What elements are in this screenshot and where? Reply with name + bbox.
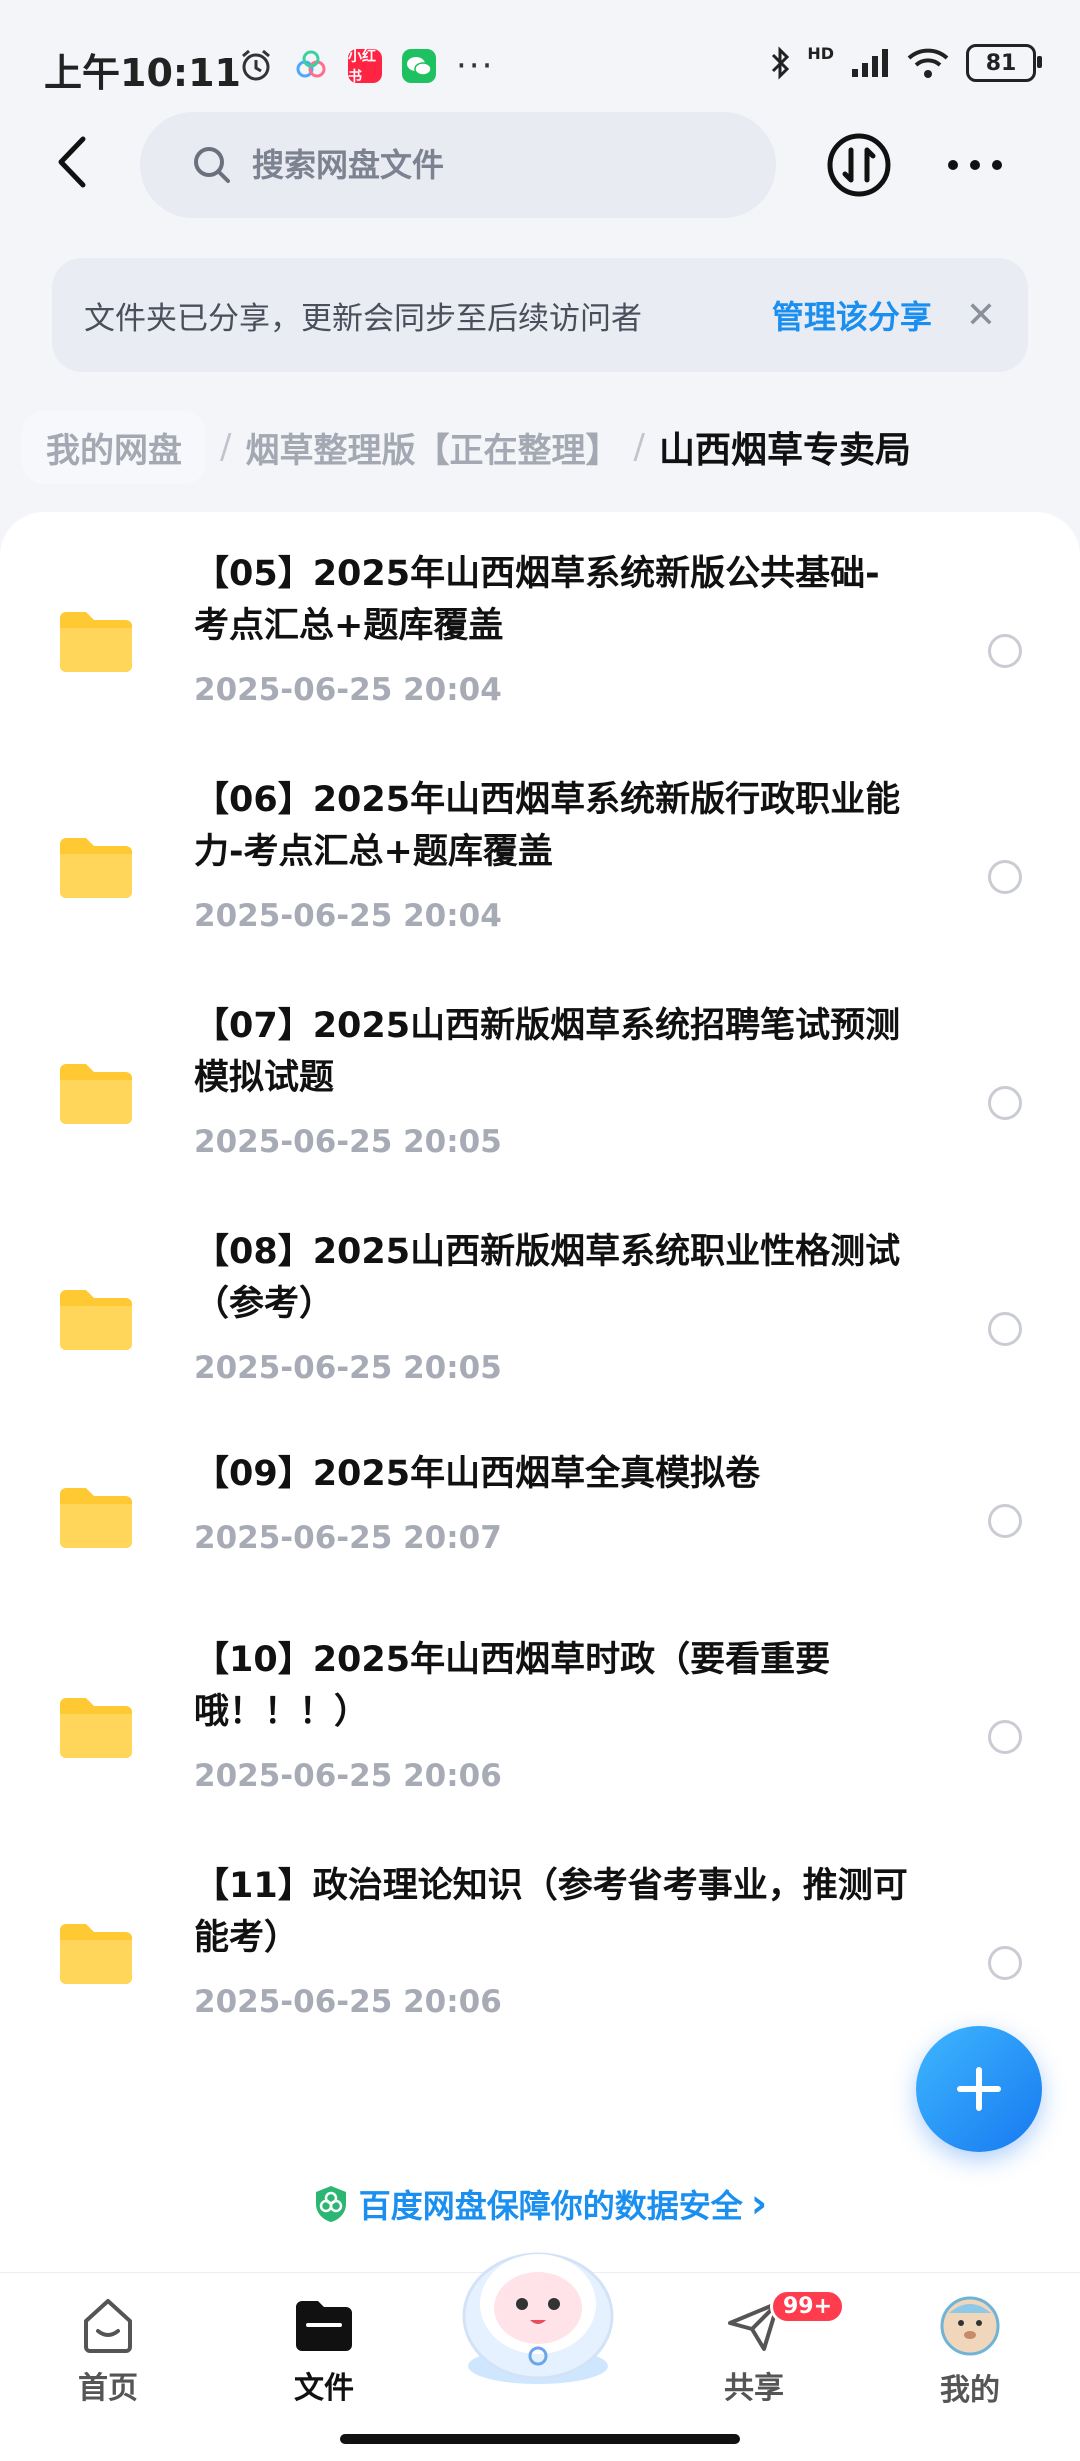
chevron-left-icon: [58, 136, 86, 188]
nav-mine-label: 我的: [940, 2373, 1000, 2408]
status-indicators: HD 81: [769, 44, 1042, 82]
wechat-icon: [402, 49, 436, 83]
folder-date: 2025-06-25 20:06: [194, 1758, 502, 1794]
folder-date: 2025-06-25 20:06: [194, 1984, 502, 2020]
folder-title: 【09】2025年山西烟草全真模拟卷: [194, 1454, 761, 1494]
folder-title: 【06】2025年山西烟草系统新版行政职业能力-考点汇总+题库覆盖: [194, 780, 901, 872]
folder-row[interactable]: 【11】政治理论知识（参考省考事业，推测可能考） 2025-06-25 20:0…: [0, 1852, 1080, 2062]
bluetooth-icon: [772, 46, 790, 80]
folder-row[interactable]: 【09】2025年山西烟草全真模拟卷 2025-06-25 20:07: [0, 1444, 1080, 1604]
nav-share[interactable]: 共享 99+: [684, 2289, 846, 2407]
battery-indicator: 81: [966, 44, 1042, 82]
select-checkbox[interactable]: [988, 1946, 1022, 1980]
status-time: 上午10:11: [44, 51, 241, 95]
share-notice-banner: 文件夹已分享，更新会同步至后续访问者 管理该分享 ✕: [52, 258, 1028, 372]
signal-icon: [852, 49, 888, 77]
folder-icon: [60, 1698, 132, 1758]
nav-home[interactable]: 首页: [38, 2295, 178, 2407]
xiaohongshu-icon: 小红书: [348, 49, 382, 85]
sort-icon: [827, 133, 891, 197]
folder-title: 【08】2025山西新版烟草系统职业性格测试（参考）: [194, 1232, 901, 1324]
folder-title: 【11】政治理论知识（参考省考事业，推测可能考）: [194, 1866, 908, 1958]
banner-text: 文件夹已分享，更新会同步至后续访问者: [84, 300, 642, 337]
nav-files[interactable]: 文件: [254, 2295, 394, 2407]
search-icon: [194, 147, 230, 183]
folder-row[interactable]: 【08】2025山西新版烟草系统职业性格测试（参考） 2025-06-25 20…: [0, 1218, 1080, 1428]
select-checkbox[interactable]: [988, 634, 1022, 668]
folder-title: 【07】2025山西新版烟草系统招聘笔试预测模拟试题: [194, 1006, 901, 1098]
breadcrumb-parent[interactable]: 烟草整理版【正在整理】: [245, 423, 619, 472]
back-button[interactable]: [40, 130, 104, 194]
folder-filled-icon: [296, 2301, 352, 2351]
folder-date: 2025-06-25 20:05: [194, 1350, 502, 1386]
mascot-assistant-button[interactable]: [438, 2216, 638, 2386]
sort-button[interactable]: [826, 132, 892, 198]
folder-row[interactable]: 【06】2025年山西烟草系统新版行政职业能力-考点汇总+题库覆盖 2025-0…: [0, 766, 1080, 976]
select-checkbox[interactable]: [988, 1312, 1022, 1346]
add-button[interactable]: [916, 2026, 1042, 2152]
chevron-right-icon: ›: [750, 2181, 768, 2227]
status-notifications: 小红书 ···: [238, 46, 494, 86]
more-options-button[interactable]: [940, 140, 1010, 190]
folder-icon: [60, 1290, 132, 1350]
nav-share-label: 共享: [724, 2371, 784, 2406]
folder-row[interactable]: 【10】2025年山西烟草时政（要看重要哦！！！） 2025-06-25 20:…: [0, 1626, 1080, 1836]
file-list: 【05】2025年山西烟草系统新版公共基础-考点汇总+题库覆盖 2025-06-…: [0, 512, 1080, 2272]
nav-mine[interactable]: 我的: [900, 2295, 1040, 2409]
folder-icon: [60, 1488, 132, 1548]
folder-title: 【10】2025年山西烟草时政（要看重要哦！！！）: [194, 1640, 831, 1732]
plus-icon: [957, 2067, 1001, 2111]
manage-share-link[interactable]: 管理该分享: [772, 292, 932, 338]
folder-date: 2025-06-25 20:04: [194, 898, 502, 934]
baidu-pan-icon: [296, 50, 326, 78]
more-notifications: ···: [456, 46, 495, 86]
folder-icon: [60, 612, 132, 672]
folder-date: 2025-06-25 20:04: [194, 672, 502, 708]
battery-level: 81: [985, 50, 1017, 76]
folder-date: 2025-06-25 20:07: [194, 1520, 502, 1556]
breadcrumb-root[interactable]: 我的网盘: [22, 410, 206, 484]
folder-row[interactable]: 【07】2025山西新版烟草系统招聘笔试预测模拟试题 2025-06-25 20…: [0, 992, 1080, 1202]
folder-icon: [60, 1064, 132, 1124]
nav-home-label: 首页: [78, 2371, 138, 2406]
folder-icon: [60, 838, 132, 898]
folder-title: 【05】2025年山西烟草系统新版公共基础-考点汇总+题库覆盖: [194, 554, 880, 646]
close-icon[interactable]: ✕: [966, 295, 996, 336]
search-bar[interactable]: [140, 112, 776, 218]
breadcrumb-current: 山西烟草专卖局: [658, 430, 911, 471]
network-type: HD: [807, 44, 834, 63]
folder-date: 2025-06-25 20:05: [194, 1124, 502, 1160]
home-icon: [84, 2299, 132, 2353]
breadcrumb-separator: /: [220, 427, 232, 467]
select-checkbox[interactable]: [988, 1720, 1022, 1754]
avatar: [940, 2296, 1000, 2356]
wifi-icon: [907, 48, 949, 78]
alarm-icon: [242, 49, 270, 81]
more-icon: [948, 160, 1002, 170]
shield-icon: [315, 2186, 346, 2222]
breadcrumb: 我的网盘 / 烟草整理版【正在整理】 / 山西烟草专卖局: [0, 410, 1080, 484]
breadcrumb-separator: /: [633, 427, 645, 467]
select-checkbox[interactable]: [988, 1086, 1022, 1120]
home-indicator[interactable]: [340, 2434, 740, 2444]
folder-icon: [60, 1924, 132, 1984]
select-checkbox[interactable]: [988, 1504, 1022, 1538]
search-input[interactable]: [250, 145, 754, 185]
share-badge: 99+: [770, 2289, 846, 2324]
folder-row[interactable]: 【05】2025年山西烟草系统新版公共基础-考点汇总+题库覆盖 2025-06-…: [0, 540, 1080, 750]
nav-files-label: 文件: [294, 2371, 354, 2406]
select-checkbox[interactable]: [988, 860, 1022, 894]
